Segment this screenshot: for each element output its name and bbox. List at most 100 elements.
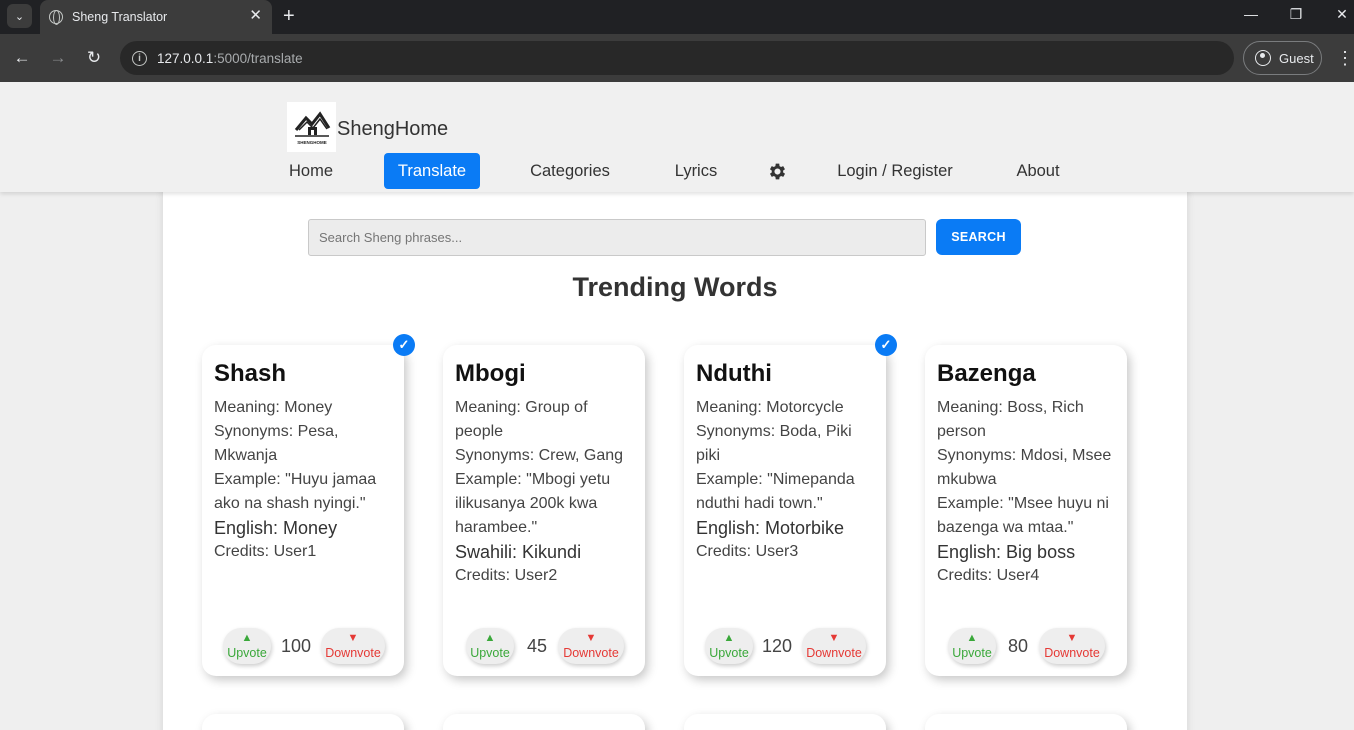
search-button[interactable]: SEARCH xyxy=(936,219,1021,255)
url-text: 127.0.0.1:5000/translate xyxy=(157,51,303,66)
word-example: Example: "Nimepanda nduthi hadi town." xyxy=(696,468,874,516)
vote-row: ▲Upvote 100 ▼Downvote xyxy=(202,628,404,664)
word-credits: Credits: User1 xyxy=(214,540,392,564)
up-arrow-icon: ▲ xyxy=(948,628,996,645)
brand-name[interactable]: ShengHome xyxy=(337,118,448,141)
word-translation: English: Big boss xyxy=(937,540,1115,564)
nav-categories[interactable]: Categories xyxy=(522,153,618,189)
vote-count: 45 xyxy=(527,636,547,657)
word-card: Bazenga Meaning: Boss, Rich person Synon… xyxy=(925,345,1127,676)
word-meaning: Meaning: Motorcycle xyxy=(696,396,874,420)
word-credits: Credits: User2 xyxy=(455,564,633,588)
word-meaning: Meaning: Money xyxy=(214,396,392,420)
vote-count: 80 xyxy=(1008,636,1028,657)
word-meaning: Meaning: Group of people xyxy=(455,396,633,444)
upvote-button[interactable]: ▲Upvote xyxy=(466,628,514,664)
svg-text:SHENGHOME: SHENGHOME xyxy=(297,140,327,145)
tab-title: Sheng Translator xyxy=(72,10,167,24)
down-arrow-icon: ▼ xyxy=(1039,628,1105,645)
word-title: Mbogi xyxy=(455,360,633,388)
nav-login-register[interactable]: Login / Register xyxy=(830,153,960,189)
word-card: ✓ Nduthi Meaning: Motorcycle Synonyms: B… xyxy=(684,345,886,676)
upvote-label: Upvote xyxy=(223,645,271,661)
verified-check-icon: ✓ xyxy=(393,334,415,356)
back-icon[interactable]: ← xyxy=(10,46,34,70)
vote-count: 100 xyxy=(281,636,311,657)
profile-button[interactable]: Guest xyxy=(1243,41,1322,75)
up-arrow-icon: ▲ xyxy=(223,628,271,645)
word-card xyxy=(684,714,886,730)
downvote-label: Downvote xyxy=(1039,645,1105,661)
down-arrow-icon: ▼ xyxy=(558,628,624,645)
word-title: Nduthi xyxy=(696,360,874,388)
nav-home[interactable]: Home xyxy=(280,153,342,189)
vote-count: 120 xyxy=(762,636,792,657)
up-arrow-icon: ▲ xyxy=(705,628,753,645)
upvote-button[interactable]: ▲Upvote xyxy=(948,628,996,664)
down-arrow-icon: ▼ xyxy=(802,628,866,645)
word-card xyxy=(925,714,1127,730)
word-synonyms: Synonyms: Boda, Piki piki xyxy=(696,420,874,468)
word-example: Example: "Mbogi yetu ilikusanya 200k kwa… xyxy=(455,468,633,540)
word-card xyxy=(202,714,404,730)
restore-icon[interactable]: ❐ xyxy=(1286,6,1306,23)
downvote-label: Downvote xyxy=(321,645,385,661)
word-meaning: Meaning: Boss, Rich person xyxy=(937,396,1115,444)
word-credits: Credits: User4 xyxy=(937,564,1115,588)
nav-lyrics[interactable]: Lyrics xyxy=(666,153,726,189)
down-arrow-icon: ▼ xyxy=(321,628,385,645)
upvote-label: Upvote xyxy=(705,645,753,661)
section-title: Trending Words xyxy=(163,272,1187,303)
close-tab-icon[interactable]: ✕ xyxy=(249,8,262,24)
site-logo[interactable]: SHENGHOME xyxy=(287,102,336,152)
logo-house-icon: SHENGHOME xyxy=(293,106,331,148)
downvote-button[interactable]: ▼Downvote xyxy=(802,628,866,664)
profile-icon xyxy=(1255,50,1271,66)
word-credits: Credits: User3 xyxy=(696,540,874,564)
up-arrow-icon: ▲ xyxy=(466,628,514,645)
word-card: Mbogi Meaning: Group of people Synonyms:… xyxy=(443,345,645,676)
word-synonyms: Synonyms: Pesa, Mkwanja xyxy=(214,420,392,468)
site-header: SHENGHOME ShengHome Home Translate Categ… xyxy=(0,82,1354,192)
nav-translate[interactable]: Translate xyxy=(384,153,480,189)
forward-icon[interactable]: → xyxy=(46,46,70,70)
word-title: Shash xyxy=(214,360,392,388)
word-card xyxy=(443,714,645,730)
downvote-label: Downvote xyxy=(558,645,624,661)
word-example: Example: "Huyu jamaa ako na shash nyingi… xyxy=(214,468,392,516)
word-translation: English: Money xyxy=(214,516,392,540)
word-translation: English: Motorbike xyxy=(696,516,874,540)
word-title: Bazenga xyxy=(937,360,1115,388)
nav-about[interactable]: About xyxy=(1008,153,1068,189)
profile-label: Guest xyxy=(1279,51,1314,66)
word-translation: Swahili: Kikundi xyxy=(455,540,633,564)
search-input[interactable] xyxy=(308,219,926,256)
downvote-button[interactable]: ▼Downvote xyxy=(1039,628,1105,664)
globe-icon xyxy=(49,10,63,24)
tab-search-chevron-icon[interactable]: ⌄ xyxy=(7,4,32,28)
vote-row: ▲Upvote 120 ▼Downvote xyxy=(684,628,886,664)
address-bar[interactable]: i 127.0.0.1:5000/translate xyxy=(120,41,1234,75)
site-info-icon[interactable]: i xyxy=(132,51,147,66)
downvote-button[interactable]: ▼Downvote xyxy=(321,628,385,664)
vote-row: ▲Upvote 45 ▼Downvote xyxy=(443,628,645,664)
verified-check-icon: ✓ xyxy=(875,334,897,356)
new-tab-icon[interactable]: + xyxy=(283,5,295,27)
upvote-label: Upvote xyxy=(948,645,996,661)
word-card: ✓ Shash Meaning: Money Synonyms: Pesa, M… xyxy=(202,345,404,676)
browser-tab[interactable]: Sheng Translator ✕ xyxy=(40,0,272,34)
upvote-button[interactable]: ▲Upvote xyxy=(705,628,753,664)
word-synonyms: Synonyms: Crew, Gang xyxy=(455,444,633,468)
word-synonyms: Synonyms: Mdosi, Msee mkubwa xyxy=(937,444,1115,492)
gear-icon[interactable] xyxy=(767,161,788,182)
browser-tab-bar: ⌄ Sheng Translator ✕ + — ❐ ✕ xyxy=(0,0,1354,34)
downvote-button[interactable]: ▼Downvote xyxy=(558,628,624,664)
downvote-label: Downvote xyxy=(802,645,866,661)
upvote-button[interactable]: ▲Upvote xyxy=(223,628,271,664)
upvote-label: Upvote xyxy=(466,645,514,661)
minimize-icon[interactable]: — xyxy=(1241,6,1261,22)
reload-icon[interactable]: ↻ xyxy=(82,46,106,70)
window-close-icon[interactable]: ✕ xyxy=(1332,6,1352,23)
word-example: Example: "Msee huyu ni bazenga wa mtaa." xyxy=(937,492,1115,540)
browser-menu-icon[interactable]: ⋮ xyxy=(1336,46,1354,70)
